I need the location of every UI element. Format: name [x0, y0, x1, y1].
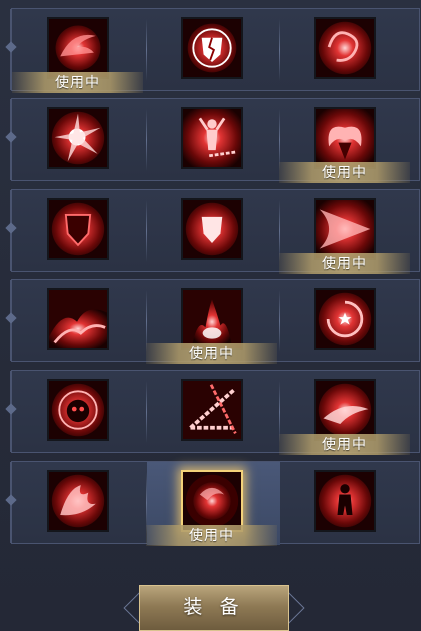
skill-slot[interactable]: 使用中 [146, 280, 280, 364]
skill-slot[interactable] [280, 280, 413, 363]
glowing-shield-icon[interactable] [181, 198, 243, 260]
red-flame-swirl-icon[interactable] [314, 17, 376, 79]
skill-slot[interactable] [147, 190, 280, 273]
skull-aura-icon[interactable] [47, 379, 109, 441]
broken-shield-icon[interactable] [181, 17, 243, 79]
vortex-core-icon[interactable] [314, 288, 376, 350]
skill-slot[interactable]: 使用中 [279, 190, 413, 274]
skill-slot[interactable] [13, 371, 146, 454]
skill-row: 使用中 [5, 8, 420, 93]
skill-row: 使用中 [5, 370, 420, 455]
fire-wave-icon[interactable] [47, 288, 109, 350]
skill-slot[interactable] [147, 9, 280, 92]
in-use-badge: 使用中 [279, 253, 410, 274]
skill-slot[interactable] [147, 371, 280, 454]
red-energy-burst-icon[interactable] [47, 107, 109, 169]
skill-slot[interactable] [13, 280, 146, 363]
red-feather-burst-icon[interactable] [47, 17, 109, 79]
skill-slot[interactable] [280, 9, 413, 92]
demon-horns-icon[interactable] [314, 107, 376, 169]
skill-row: 使用中 [5, 279, 420, 364]
skill-slot[interactable]: 使用中 [279, 371, 413, 455]
in-use-badge: 使用中 [146, 525, 277, 546]
skill-slot[interactable]: 使用中 [12, 9, 146, 93]
equip-button[interactable]: 装 备 [139, 585, 289, 631]
skill-slot[interactable] [147, 99, 280, 182]
skill-slot[interactable] [280, 462, 413, 545]
skill-slot[interactable]: 使用中 [146, 462, 280, 546]
red-wing-slash-icon[interactable] [314, 198, 376, 260]
red-shield-icon[interactable] [47, 198, 109, 260]
skill-slot[interactable] [13, 190, 146, 273]
fire-eruption-icon[interactable] [181, 288, 243, 350]
skill-row: 使用中 [5, 461, 420, 546]
skill-row: 使用中 [5, 98, 420, 183]
in-use-badge: 使用中 [146, 343, 277, 364]
chain-triangle-icon[interactable] [181, 379, 243, 441]
red-orb-icon[interactable] [181, 470, 243, 532]
in-use-badge: 使用中 [12, 72, 143, 93]
in-use-badge: 使用中 [279, 434, 410, 455]
skill-slot[interactable] [13, 462, 146, 545]
skill-slot[interactable]: 使用中 [279, 99, 413, 183]
flame-blast-icon[interactable] [314, 379, 376, 441]
burning-figure-icon[interactable] [314, 470, 376, 532]
chained-figure-icon[interactable] [181, 107, 243, 169]
skill-slot[interactable] [13, 99, 146, 182]
phoenix-flame-icon[interactable] [47, 470, 109, 532]
skill-row: 使用中 [5, 189, 420, 274]
in-use-badge: 使用中 [279, 162, 410, 183]
